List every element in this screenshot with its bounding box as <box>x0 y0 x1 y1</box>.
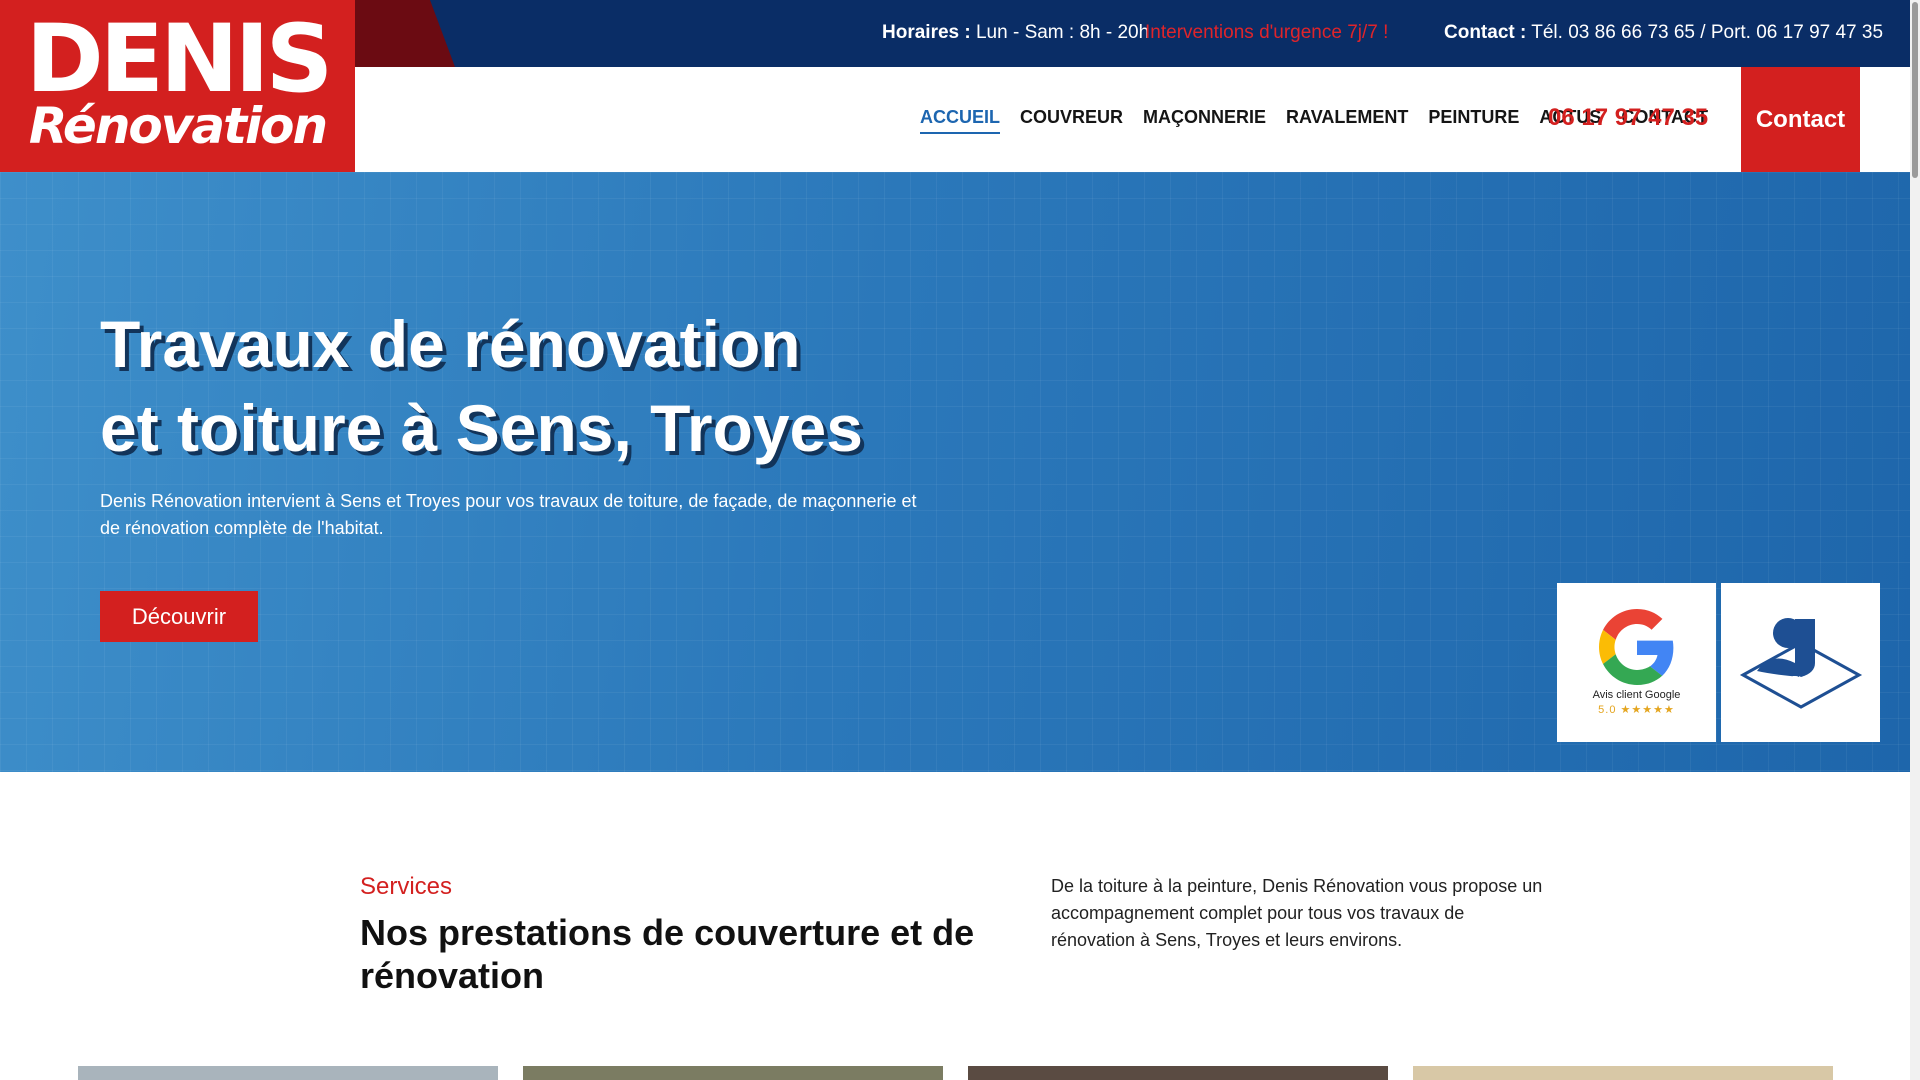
services-description: De la toiture à la peinture, Denis Rénov… <box>1051 876 1543 950</box>
contact-info: Contact : Tél. 03 86 66 73 65 / Port. 06… <box>1444 22 1883 44</box>
nav-item-ravalement[interactable]: RAVALEMENT <box>1286 107 1408 134</box>
discover-button[interactable]: Découvrir <box>100 591 258 642</box>
artisan-logo-icon: ARTISAN <box>1739 617 1862 709</box>
opening-hours: Horaires : Lun - Sam : 8h - 20h <box>882 22 1149 44</box>
artisan-badge: ARTISAN <box>1721 583 1880 742</box>
hero-title-line-1: Travaux de rénovation <box>100 307 801 381</box>
nav-item-couvreur[interactable]: COUVREUR <box>1020 107 1123 134</box>
google-reviews-badge[interactable]: Avis client Google 5.0 ★★★★★ <box>1557 583 1716 742</box>
scrollbar-thumb[interactable] <box>1912 2 1918 178</box>
hours-label: Horaires : <box>882 22 971 43</box>
hero-section: Travaux de rénovation et toiture à Sens,… <box>0 172 1910 772</box>
hours-value: Lun - Sam : 8h - 20h <box>970 22 1150 43</box>
google-badge-rating: 5.0 ★★★★★ <box>1598 704 1675 716</box>
emergency-notice: Interventions d'urgence 7j/7 ! <box>1145 22 1389 43</box>
contact-phones[interactable]: Tél. 03 86 66 73 65 / Port. 06 17 97 47 … <box>1526 22 1883 43</box>
service-card-image-1[interactable] <box>78 1066 498 1080</box>
logo-denis-text: DENIS <box>25 5 334 114</box>
hero-title-line-2: et toiture à Sens, Troyes <box>100 391 863 465</box>
hero-title: Travaux de rénovation et toiture à Sens,… <box>100 302 863 470</box>
contact-label: Contact : <box>1444 22 1527 43</box>
main-navbar: ACCUEIL COUVREUR MAÇONNERIE RAVALEMENT P… <box>355 67 1910 172</box>
service-card-image-4[interactable] <box>1413 1066 1833 1080</box>
header-phone-link[interactable]: 06 17 97 47 35 <box>1548 104 1708 132</box>
nav-item-accueil[interactable]: ACCUEIL <box>920 107 1000 134</box>
nav-item-peinture[interactable]: PEINTURE <box>1428 107 1519 134</box>
services-title: Nos prestations de couverture et de réno… <box>360 912 975 996</box>
logo-renovation-text: Rénovation <box>28 97 328 155</box>
google-g-icon <box>1598 609 1673 685</box>
services-eyebrow: Services <box>360 873 453 900</box>
service-card-image-2[interactable] <box>523 1066 943 1080</box>
artisan-badge-label: ARTISAN <box>1780 675 1821 684</box>
hero-subtitle: Denis Rénovation intervient à Sens et Tr… <box>100 491 917 538</box>
nav-item-maconnerie[interactable]: MAÇONNERIE <box>1143 107 1266 134</box>
site-logo[interactable]: DENIS Rénovation <box>0 0 355 172</box>
google-badge-label: Avis client Google <box>1592 689 1681 701</box>
page-scrollbar[interactable] <box>1910 0 1920 1080</box>
service-card-image-3[interactable] <box>968 1066 1388 1080</box>
header-contact-button[interactable]: Contact <box>1741 67 1860 172</box>
